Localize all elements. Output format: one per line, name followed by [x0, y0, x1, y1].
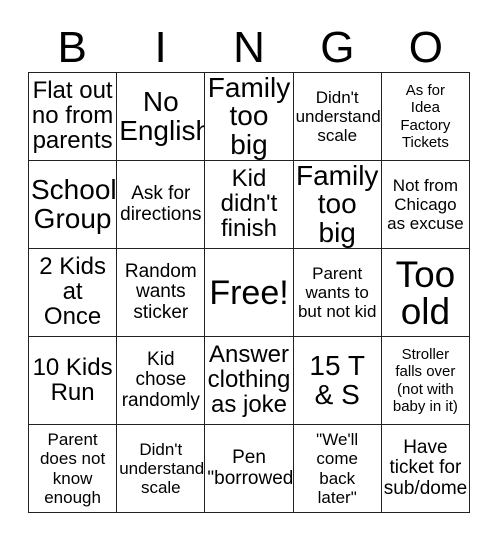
- bingo-cell-label: Too old: [395, 253, 456, 332]
- bingo-cell[interactable]: Didn't understand scale: [117, 425, 206, 513]
- bingo-cell-label: Parent does not know enough: [39, 430, 106, 507]
- bingo-cell[interactable]: Have ticket for sub/dome: [381, 425, 470, 513]
- bingo-cell-label: 2 Kids at Once: [39, 253, 106, 330]
- bingo-cell-label: Didn't understand scale: [119, 439, 205, 498]
- bingo-cell[interactable]: Parent wants to but not kid: [293, 249, 382, 337]
- bingo-cell-label: Kid chose randomly: [121, 348, 200, 411]
- bingo-header-letter-o: O: [408, 23, 443, 72]
- bingo-cell-label: Family too big: [295, 161, 379, 248]
- bingo-header-letter-i: I: [154, 23, 167, 72]
- bingo-grid: Flat out no from parents No English Family…: [28, 72, 470, 513]
- bingo-cell[interactable]: Not from Chicago as excuse: [381, 161, 470, 249]
- bingo-cell[interactable]: School Group: [29, 161, 118, 249]
- bingo-cell[interactable]: As for Idea Factory Tickets: [381, 73, 470, 161]
- bingo-cell[interactable]: Kid didn't finish: [205, 161, 294, 249]
- bingo-cell-label: Not from Chicago as excuse: [387, 175, 464, 234]
- bingo-cell-label: Ask for directions: [120, 182, 202, 225]
- bingo-header-letter-g: G: [320, 23, 355, 72]
- bingo-cell-label: Pen "borrowed": [207, 446, 294, 489]
- bingo-header-row: B I N G O: [28, 14, 470, 72]
- bingo-cell-label: School Group: [31, 173, 117, 234]
- bingo-free-space[interactable]: Free!: [205, 249, 294, 337]
- bingo-cell-label: "We'll come back later": [316, 430, 359, 507]
- bingo-cell[interactable]: Stroller falls over (not with baby in it…: [381, 337, 470, 425]
- bingo-cell-label: Answer clothing as joke: [207, 341, 291, 418]
- bingo-cell-label: Parent wants to but not kid: [297, 263, 377, 322]
- bingo-cell[interactable]: Answer clothing as joke: [205, 337, 294, 425]
- bingo-cell[interactable]: Too old: [381, 249, 470, 337]
- bingo-cell[interactable]: Family too big: [293, 161, 382, 249]
- bingo-cell[interactable]: Pen "borrowed": [205, 425, 294, 513]
- bingo-cell-label: As for Idea Factory Tickets: [400, 82, 451, 151]
- bingo-cell-label: Stroller falls over (not with baby in it…: [392, 346, 458, 415]
- bingo-cell-label: Didn't understand scale: [295, 87, 381, 146]
- bingo-cell-label: Random wants sticker: [124, 260, 197, 323]
- bingo-cell-label: Have ticket for sub/dome: [383, 436, 468, 499]
- bingo-cell-label: Kid didn't finish: [220, 165, 278, 242]
- bingo-header-letter-n: N: [233, 23, 265, 72]
- bingo-cell-label: Flat out no from parents: [31, 77, 114, 154]
- bingo-cell[interactable]: 15 T & S: [293, 337, 382, 425]
- bingo-cell[interactable]: 10 Kids Run: [29, 337, 118, 425]
- bingo-cell[interactable]: Didn't understand scale: [293, 73, 382, 161]
- bingo-card: B I N G O Flat out no from parents No Eng…: [0, 0, 500, 544]
- bingo-header-letter-b: B: [57, 23, 87, 72]
- bingo-cell[interactable]: Ask for directions: [117, 161, 206, 249]
- bingo-cell-label: 15 T & S: [309, 349, 365, 410]
- bingo-cell[interactable]: No English: [117, 73, 206, 161]
- bingo-cell[interactable]: Family too big: [205, 73, 294, 161]
- bingo-cell[interactable]: Flat out no from parents: [29, 73, 118, 161]
- bingo-cell[interactable]: Kid chose randomly: [117, 337, 206, 425]
- bingo-cell[interactable]: 2 Kids at Once: [29, 249, 118, 337]
- bingo-cell[interactable]: "We'll come back later": [293, 425, 382, 513]
- bingo-cell[interactable]: Parent does not know enough: [29, 425, 118, 513]
- bingo-cell-label: Free!: [209, 273, 289, 312]
- bingo-cell-label: No English: [119, 85, 206, 146]
- bingo-cell-label: Family too big: [207, 73, 291, 160]
- bingo-cell[interactable]: Random wants sticker: [117, 249, 206, 337]
- bingo-cell-label: 10 Kids Run: [32, 353, 113, 406]
